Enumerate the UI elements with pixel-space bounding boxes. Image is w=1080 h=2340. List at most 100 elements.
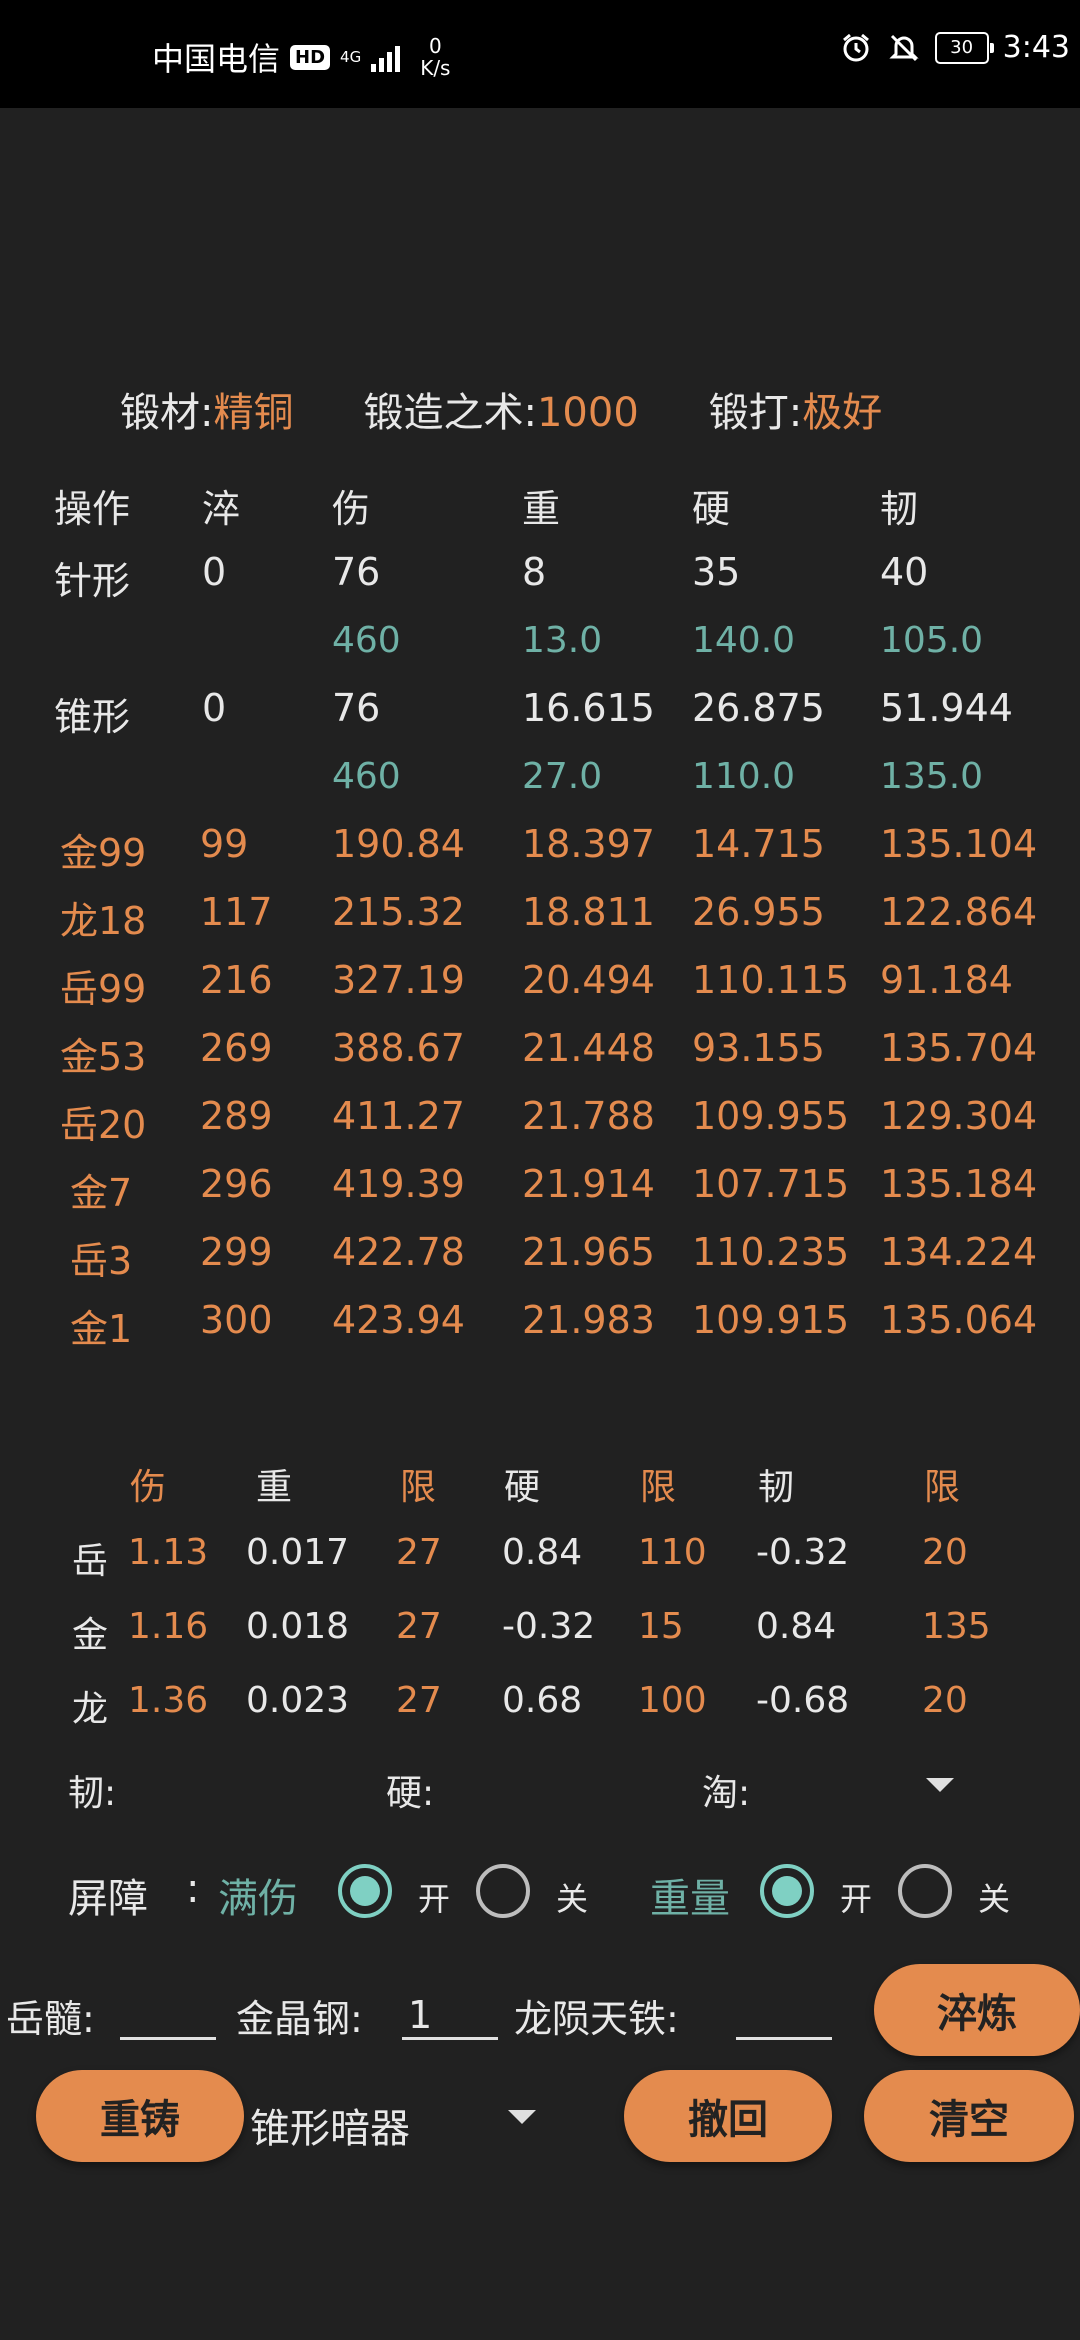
coef-cell: 0.84 — [756, 1606, 837, 1647]
limit-cell: 140.0 — [692, 620, 796, 661]
op-cell: 122.864 — [880, 890, 1038, 934]
coef-cell: 0.018 — [246, 1606, 350, 1647]
weight-label: 重量 — [650, 1876, 730, 1922]
coef-cell: 1.36 — [128, 1680, 209, 1721]
op-cell: 135.064 — [880, 1298, 1038, 1342]
signal-icon — [371, 42, 401, 72]
clear-button[interactable]: 清空 — [864, 2070, 1074, 2162]
weapon-select[interactable]: 锥形暗器 — [250, 2096, 410, 2154]
weight-off-radio[interactable] — [898, 1864, 952, 1918]
op-cell: 419.39 — [332, 1162, 465, 1206]
filter-dropdown-label[interactable]: 淘: — [702, 1764, 750, 1816]
op-cell: 21.983 — [522, 1298, 655, 1342]
op-row-name: 金99 — [60, 831, 147, 875]
coef-cell: 0.017 — [246, 1532, 350, 1573]
table-header-weight: 重 — [522, 487, 561, 531]
op-cell: 327.19 — [332, 958, 465, 1002]
long-yun-tian-tie-label: 龙陨天铁: — [514, 1997, 679, 2041]
mute-bell-icon — [887, 31, 921, 65]
undo-button[interactable]: 撤回 — [624, 2070, 832, 2162]
forge-info: 锻材:精铜 锻造之术:1000 锻打:极好 — [120, 380, 882, 438]
op-cell: 216 — [200, 958, 273, 1002]
full-damage-off-radio[interactable] — [476, 1864, 530, 1918]
coef-row-name: 龙 — [72, 1689, 109, 1730]
coef-row-name: 金 — [72, 1615, 109, 1656]
table-header-damage: 伤 — [332, 487, 371, 531]
limit-cell: 460 — [332, 620, 401, 661]
op-cell: 117 — [200, 890, 273, 934]
coef-cell: 110 — [638, 1532, 707, 1573]
coef-row-name: 岳 — [72, 1541, 109, 1582]
table-cell: 76 — [332, 550, 381, 594]
op-cell: 190.84 — [332, 822, 465, 866]
coef-header-toughness: 韧 — [758, 1467, 795, 1508]
coef-cell: 27 — [396, 1532, 442, 1573]
table-cell: 76 — [332, 686, 381, 730]
weight-off-label: 关 — [978, 1880, 1011, 1918]
material-value: 精铜 — [213, 390, 294, 436]
table-cell: 16.615 — [522, 686, 655, 730]
jin-jing-gang-input[interactable]: 1 — [402, 1990, 498, 2040]
coef-cell: 100 — [638, 1680, 707, 1721]
coef-header-hardness: 硬 — [504, 1467, 541, 1508]
coef-cell: 20 — [922, 1532, 968, 1573]
op-cell: 91.184 — [880, 958, 1013, 1002]
material-info: 锻材:精铜 — [120, 380, 293, 438]
op-cell: 21.914 — [522, 1162, 655, 1206]
hd-icon: HD — [290, 44, 331, 70]
op-row-name: 金7 — [70, 1171, 133, 1215]
alarm-icon — [839, 31, 873, 65]
op-cell: 21.965 — [522, 1230, 655, 1274]
op-row-name: 金1 — [70, 1307, 133, 1351]
op-cell: 18.397 — [522, 822, 655, 866]
coef-header-weight: 重 — [256, 1467, 293, 1508]
full-damage-on-radio[interactable] — [338, 1864, 392, 1918]
chevron-down-icon[interactable] — [508, 2110, 536, 2124]
limit-cell: 110.0 — [692, 756, 796, 797]
op-cell: 18.811 — [522, 890, 655, 934]
barrier-label: 屏障 — [68, 1876, 148, 1922]
coef-header-limit: 限 — [640, 1467, 677, 1508]
op-row-name: 龙18 — [60, 899, 147, 943]
coef-cell: 1.16 — [128, 1606, 209, 1647]
weight-on-label: 开 — [840, 1880, 873, 1918]
op-cell: 110.235 — [692, 1230, 850, 1274]
op-cell: 135.184 — [880, 1162, 1038, 1206]
coef-header-limit: 限 — [400, 1467, 437, 1508]
op-cell: 411.27 — [332, 1094, 465, 1138]
coef-cell: 0.023 — [246, 1680, 350, 1721]
speed-unit: K/s — [420, 56, 451, 80]
op-cell: 422.78 — [332, 1230, 465, 1274]
op-cell: 99 — [200, 822, 249, 866]
weight-on-radio[interactable] — [760, 1864, 814, 1918]
op-cell: 269 — [200, 1026, 273, 1070]
op-cell: 135.704 — [880, 1026, 1038, 1070]
status-left: 中国电信 HD 4G 0 K/s — [152, 34, 450, 80]
coef-header-damage: 伤 — [130, 1467, 167, 1508]
carrier-name: 中国电信 — [152, 40, 281, 78]
forge-result-info: 锻打:极好 — [709, 380, 882, 438]
jin-jing-gang-label: 金晶钢: — [236, 1997, 363, 2041]
limit-cell: 105.0 — [880, 620, 984, 661]
table-cell: 35 — [692, 550, 741, 594]
battery-level: 30 — [950, 37, 974, 58]
op-cell: 107.715 — [692, 1162, 850, 1206]
chevron-down-icon[interactable] — [926, 1778, 954, 1792]
network-speed: 0 K/s — [420, 35, 450, 79]
coef-cell: -0.32 — [756, 1532, 850, 1573]
full-damage-off-label: 关 — [556, 1880, 589, 1918]
table-cell: 40 — [880, 550, 929, 594]
recast-button[interactable]: 重铸 — [36, 2070, 244, 2162]
table-cell: 0 — [202, 550, 227, 594]
coef-cell: 20 — [922, 1680, 968, 1721]
limit-cell: 27.0 — [522, 756, 603, 797]
op-cell: 388.67 — [332, 1026, 465, 1070]
toughness-filter-label: 韧: — [68, 1773, 117, 1814]
op-cell: 299 — [200, 1230, 273, 1274]
table-header-op: 操作 — [54, 487, 131, 531]
yue-sui-input[interactable] — [120, 1990, 216, 2040]
long-yun-tian-tie-input[interactable] — [736, 1990, 832, 2040]
op-cell: 109.915 — [692, 1298, 850, 1342]
quench-button[interactable]: 淬炼 — [874, 1964, 1080, 2056]
table-header-hardness: 硬 — [692, 487, 731, 531]
